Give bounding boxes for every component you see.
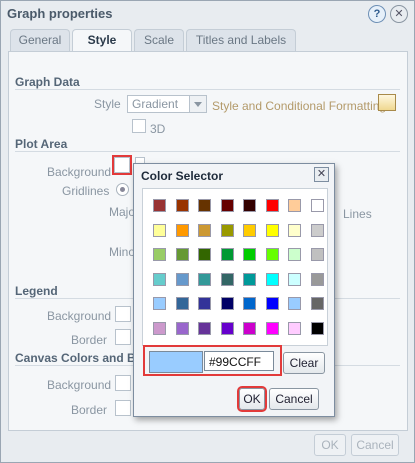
color-swatch[interactable] [243,199,256,212]
color-swatch[interactable] [220,199,234,212]
color-swatch[interactable] [265,199,279,212]
canvas-background-swatch[interactable] [115,375,131,391]
clear-button[interactable]: Clear [283,352,325,374]
color-swatch[interactable] [243,297,256,311]
gridlines-radio[interactable] [116,183,129,196]
color-swatch[interactable] [175,248,189,262]
color-swatch[interactable] [175,322,189,335]
tab-titles-and-labels[interactable]: Titles and Labels [186,29,296,51]
color-swatch[interactable] [220,223,234,237]
color-swatch[interactable] [243,248,256,262]
tab-scale[interactable]: Scale [134,29,184,51]
color-swatch[interactable] [198,223,211,237]
color-swatch[interactable] [288,272,301,286]
color-swatch[interactable] [153,272,166,286]
color-swatch[interactable] [288,248,301,262]
selected-color-preview [149,351,203,373]
plot-area-heading: Plot Area [15,137,68,151]
color-selector-popup: Color Selector ✕ #99CCFF Clear OK Cancel [133,163,335,417]
color-swatch[interactable] [220,272,234,286]
canvas-background-label: Background [47,378,112,392]
help-icon[interactable]: ? [368,5,386,23]
picture-icon[interactable] [378,94,396,111]
color-swatch[interactable] [310,297,324,311]
color-swatch[interactable] [310,322,324,335]
style-label: Style [94,97,121,111]
color-swatch[interactable] [310,248,324,262]
color-swatch[interactable] [153,322,166,335]
color-cancel-button[interactable]: Cancel [269,388,319,410]
legend-border-swatch[interactable] [115,329,131,345]
canvas-border-swatch[interactable] [115,400,131,416]
dialog-cancel-button[interactable]: Cancel [351,434,399,456]
legend-border-label: Border [71,333,108,347]
plot-background-label: Background [47,165,112,179]
color-swatch[interactable] [265,248,279,262]
color-swatch[interactable] [220,322,234,335]
color-swatch[interactable] [288,223,301,237]
color-selector-title: Color Selector [141,169,224,183]
color-swatch[interactable] [153,297,166,311]
plot-background-color-swatch[interactable] [112,155,132,175]
close-icon[interactable]: ✕ [314,167,329,182]
color-swatch[interactable] [153,248,166,262]
color-swatch[interactable] [288,297,301,311]
color-swatch[interactable] [310,272,324,286]
legend-background-swatch[interactable] [115,306,131,322]
divider [15,89,400,90]
dialog-title: Graph properties [7,6,113,21]
graph-data-heading: Graph Data [15,75,80,89]
minor-label: Mino [109,245,136,259]
color-swatch[interactable] [243,272,256,286]
divider [15,151,400,152]
color-swatch[interactable] [288,322,301,335]
color-swatch[interactable] [243,223,256,237]
3d-checkbox[interactable] [132,119,146,133]
legend-background-label: Background [47,309,112,323]
major-label: Majo [109,205,136,219]
color-ok-button[interactable]: OK [237,386,267,412]
color-swatch[interactable] [265,272,279,286]
color-swatch[interactable] [175,272,189,286]
tab-general[interactable]: General [10,29,70,51]
selected-color-row: #99CCFF [143,345,282,376]
color-swatch[interactable] [198,272,211,286]
color-swatch[interactable] [198,297,211,311]
hex-color-input[interactable]: #99CCFF [204,351,274,371]
gridlines-label: Gridlines [62,184,110,198]
color-swatch-grid [142,188,328,346]
color-swatch[interactable] [220,248,234,262]
color-swatch[interactable] [288,199,301,212]
color-swatch[interactable] [153,223,166,237]
style-conditional-formatting-link[interactable]: Style and Conditional Formatting [212,99,386,113]
canvas-border-label: Border [71,403,108,417]
color-swatch[interactable] [198,248,211,262]
color-swatch[interactable] [175,199,189,212]
color-swatch[interactable] [175,223,189,237]
lines-label: Lines [343,207,372,221]
legend-heading: Legend [15,284,58,298]
3d-label: 3D [150,122,166,136]
color-swatch[interactable] [265,322,279,335]
style-select[interactable]: Gradient [127,95,207,113]
close-icon[interactable]: ✕ [390,5,408,23]
color-swatch[interactable] [175,297,189,311]
color-swatch[interactable] [243,322,256,335]
canvas-colors-heading: Canvas Colors and Bo [15,351,144,365]
color-swatch[interactable] [220,297,234,311]
chevron-down-icon [189,96,206,112]
style-select-value: Gradient [132,97,179,111]
color-swatch[interactable] [310,223,324,237]
color-swatch[interactable] [265,223,279,237]
color-swatch[interactable] [153,199,166,212]
color-swatch[interactable] [265,297,279,311]
dialog-ok-button[interactable]: OK [314,434,346,456]
color-swatch[interactable] [198,322,211,335]
tab-style[interactable]: Style [72,29,132,52]
color-swatch[interactable] [310,199,324,212]
color-swatch[interactable] [198,199,211,212]
